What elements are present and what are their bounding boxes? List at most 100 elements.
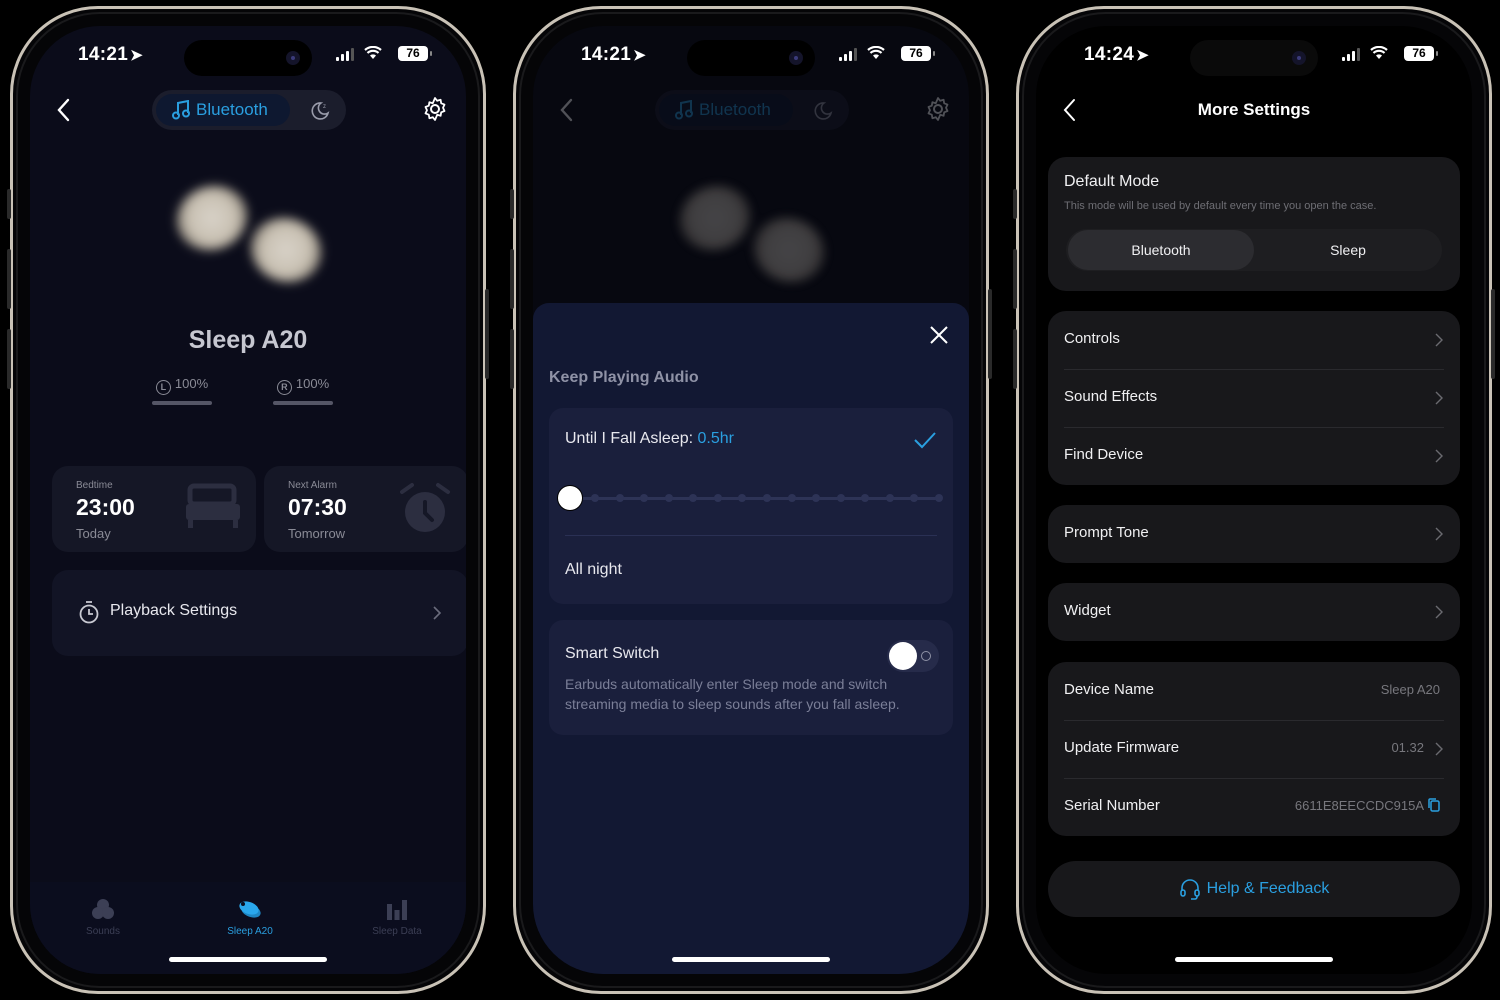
- chevron-right-icon: [1435, 333, 1443, 347]
- tab-sleep-data[interactable]: Sleep Data: [347, 896, 447, 937]
- battery-indicator: 76: [1404, 46, 1438, 61]
- slider-thumb[interactable]: [558, 486, 583, 510]
- default-mode-sleep[interactable]: Sleep: [1254, 229, 1442, 271]
- all-night-option[interactable]: All night: [565, 561, 622, 579]
- checkmark-icon: [914, 432, 936, 449]
- back-button[interactable]: [52, 96, 76, 124]
- slider-step-dot: [910, 494, 919, 502]
- firmware-version: 01.32: [1391, 740, 1424, 755]
- mode-switch: Bluetooth: [655, 90, 849, 130]
- settings-group-1: Controls Sound Effects Find Device: [1048, 311, 1460, 485]
- gear-icon[interactable]: [422, 96, 448, 122]
- smart-switch-card: Smart Switch Earbuds automatically enter…: [549, 620, 953, 735]
- alarm-value: 07:30: [288, 494, 347, 520]
- gear-icon: [927, 97, 949, 121]
- duration-card: Until I Fall Asleep: 0.5hr All night: [549, 408, 953, 604]
- chevron-right-icon: [433, 606, 442, 620]
- slider-step-dot: [738, 494, 747, 502]
- alarm-clock-icon: [400, 483, 450, 532]
- smart-switch-toggle[interactable]: [887, 640, 939, 672]
- settings-group-2: Prompt Tone: [1048, 505, 1460, 563]
- wifi-icon: [867, 46, 885, 59]
- signal-icon: [839, 48, 857, 61]
- mode-bluetooth-label: Bluetooth: [196, 100, 268, 119]
- music-note-icon: [675, 100, 693, 120]
- music-note-icon: [172, 100, 190, 120]
- device-info-group: Device Name Sleep A20 Update Firmware 01.3…: [1048, 662, 1460, 836]
- serial-number-row: Serial Number 6611E8EECCDC915A: [1048, 778, 1460, 836]
- bedtime-card[interactable]: Bedtime 23:00 Today: [52, 466, 256, 552]
- status-time: 14:21 ➤: [581, 44, 646, 65]
- serial-number-value: 6611E8EECCDC915A: [1294, 798, 1424, 813]
- duration-slider[interactable]: [555, 486, 943, 510]
- signal-icon: [336, 48, 354, 61]
- back-button: [555, 96, 579, 124]
- screen: 14:24 ➤ 76 More Settings Default Mode Thi…: [1036, 26, 1472, 974]
- home-indicator: [169, 957, 327, 962]
- status-time: 14:24 ➤: [1084, 44, 1149, 65]
- controls-row[interactable]: Controls: [1048, 311, 1460, 369]
- left-battery-bar: [152, 401, 212, 405]
- right-battery: R 100%: [273, 376, 333, 405]
- close-icon[interactable]: [929, 325, 949, 345]
- left-battery: L 100%: [152, 376, 212, 405]
- status-bar: 14:21 ➤ 76: [30, 26, 466, 86]
- sound-effects-row[interactable]: Sound Effects: [1048, 369, 1460, 427]
- bed-icon: [186, 483, 240, 528]
- tab-sounds[interactable]: Sounds: [53, 896, 153, 937]
- update-firmware-row[interactable]: Update Firmware 01.32: [1048, 720, 1460, 778]
- slider-step-dot: [689, 494, 698, 502]
- bar-chart-icon: [387, 900, 407, 920]
- mode-bluetooth-button: Bluetooth: [659, 94, 793, 126]
- phone-keep-playing: 14:21➤ 76 Bluetooth Keep Playing Audio: [510, 6, 992, 994]
- default-mode-bluetooth[interactable]: Bluetooth: [1068, 230, 1254, 270]
- page-title: More Settings: [1197, 100, 1311, 119]
- device-name: Sleep A20: [188, 326, 308, 354]
- mode-bluetooth-button[interactable]: Bluetooth: [156, 94, 290, 126]
- chevron-right-icon: [1435, 605, 1443, 619]
- slider-step-dot: [861, 494, 870, 502]
- screen: 14:21➤ 76 Bluetooth Keep Playing Audio: [533, 26, 969, 974]
- slider-step-dot: [836, 494, 845, 502]
- chevron-right-icon: [1435, 527, 1443, 541]
- earbuds-image: [167, 174, 331, 293]
- home-indicator: [672, 957, 830, 962]
- status-time: 14:21 ➤: [78, 44, 143, 65]
- bedtime-value: 23:00: [76, 494, 135, 520]
- widget-row[interactable]: Widget: [1048, 583, 1460, 641]
- copy-icon[interactable]: [1428, 798, 1440, 812]
- phone-home: 14:21 ➤ 76 Bluetooth z Sleep A20 L 100% R1…: [7, 6, 489, 994]
- slider-step-dot: [664, 494, 673, 502]
- status-bar: 14:24 ➤ 76: [1036, 26, 1472, 86]
- device-name-value: Sleep A20: [1380, 682, 1440, 697]
- phone-more-settings: 14:24 ➤ 76 More Settings Default Mode Thi…: [1013, 6, 1495, 994]
- help-feedback-button[interactable]: Help & Feedback: [1048, 861, 1460, 917]
- prompt-tone-row[interactable]: Prompt Tone: [1048, 505, 1460, 563]
- keep-playing-sheet: Keep Playing Audio Until I Fall Asleep: …: [533, 303, 969, 974]
- slider-step-dot: [713, 494, 722, 502]
- wifi-icon: [1370, 46, 1388, 59]
- tab-sleep-a20[interactable]: Sleep A20: [200, 896, 300, 937]
- until-asleep-value: 0.5hr: [697, 430, 734, 447]
- until-asleep-option[interactable]: Until I Fall Asleep: 0.5hr: [565, 430, 734, 448]
- slider-step-dot: [787, 494, 796, 502]
- sounds-icon: [92, 899, 114, 919]
- signal-icon: [1342, 48, 1360, 61]
- settings-group-3: Widget: [1048, 583, 1460, 641]
- default-mode-card: Default Mode This mode will be used by d…: [1048, 157, 1460, 291]
- device-name-row[interactable]: Device Name Sleep A20: [1048, 662, 1460, 720]
- timer-icon: [79, 601, 99, 624]
- next-alarm-card[interactable]: Next Alarm 07:30 Tomorrow: [264, 466, 466, 552]
- find-device-row[interactable]: Find Device: [1048, 427, 1460, 485]
- right-battery-bar: [273, 401, 333, 405]
- slider-step-dot: [615, 494, 624, 502]
- smart-switch-description: Earbuds automatically enter Sleep mode a…: [565, 676, 900, 712]
- headset-icon: [1179, 879, 1200, 900]
- playback-settings-row[interactable]: Playback Settings: [52, 570, 466, 656]
- battery-indicator: 76: [398, 46, 432, 61]
- earbud-icon: [239, 901, 261, 918]
- svg-text:z: z: [323, 104, 326, 110]
- moon-icon[interactable]: z: [310, 100, 330, 120]
- chevron-right-icon: [1435, 449, 1443, 463]
- slider-step-dot: [640, 494, 649, 502]
